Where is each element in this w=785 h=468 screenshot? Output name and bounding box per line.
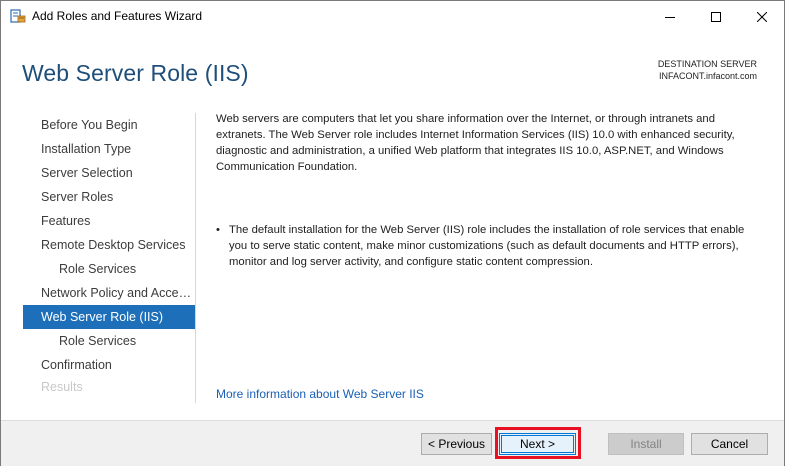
- minimize-icon: [664, 16, 675, 18]
- cancel-button[interactable]: Cancel: [691, 433, 768, 455]
- maximize-icon: [710, 11, 721, 22]
- window-title: Add Roles and Features Wizard: [32, 9, 203, 23]
- wizard-nav: Before You Begin Installation Type Serve…: [23, 113, 195, 393]
- intro-paragraph: Web servers are computers that let you s…: [216, 113, 735, 173]
- nav-item-installation-type[interactable]: Installation Type: [23, 137, 195, 161]
- destination-server-label: DESTINATION SERVER: [657, 59, 757, 69]
- maximize-button[interactable]: [693, 1, 738, 32]
- minimize-button[interactable]: [647, 1, 692, 32]
- previous-button[interactable]: < Previous: [421, 433, 492, 455]
- server-manager-icon: [10, 8, 26, 24]
- nav-item-remote-desktop-services[interactable]: Remote Desktop Services: [23, 233, 195, 257]
- description-panel: Web servers are computers that let you s…: [216, 111, 761, 175]
- nav-item-rds-role-services[interactable]: Role Services: [23, 257, 195, 281]
- nav-item-server-selection[interactable]: Server Selection: [23, 161, 195, 185]
- bullet-item: • The default installation for the Web S…: [216, 222, 761, 270]
- close-icon: [756, 11, 767, 22]
- nav-item-before-you-begin[interactable]: Before You Begin: [23, 113, 195, 137]
- bullet-text: The default installation for the Web Ser…: [229, 224, 745, 268]
- destination-server-value: INFACONT.infacont.com: [658, 71, 757, 81]
- nav-item-features[interactable]: Features: [23, 209, 195, 233]
- install-button: Install: [608, 433, 684, 455]
- close-button[interactable]: [739, 1, 784, 32]
- wizard-header: Web Server Role (IIS) DESTINATION SERVER…: [1, 32, 784, 100]
- title-bar[interactable]: Add Roles and Features Wizard: [1, 1, 784, 32]
- wizard-footer: < Previous Next > Install Cancel: [1, 421, 784, 467]
- bullet-icon: •: [216, 224, 220, 236]
- nav-item-confirmation[interactable]: Confirmation: [23, 353, 195, 377]
- wizard-window: Add Roles and Features Wizard Web Server…: [0, 0, 785, 468]
- more-info-link[interactable]: More information about Web Server IIS: [216, 387, 424, 401]
- nav-item-iis-role-services[interactable]: Role Services: [23, 329, 195, 353]
- nav-item-results: Results: [41, 380, 83, 391]
- nav-item-server-roles[interactable]: Server Roles: [23, 185, 195, 209]
- page-title: Web Server Role (IIS): [22, 60, 249, 86]
- nav-item-network-policy[interactable]: Network Policy and Acces...: [23, 281, 195, 305]
- nav-divider: [195, 113, 196, 403]
- next-button-highlight: [495, 427, 581, 459]
- nav-item-web-server-role[interactable]: Web Server Role (IIS): [23, 305, 195, 329]
